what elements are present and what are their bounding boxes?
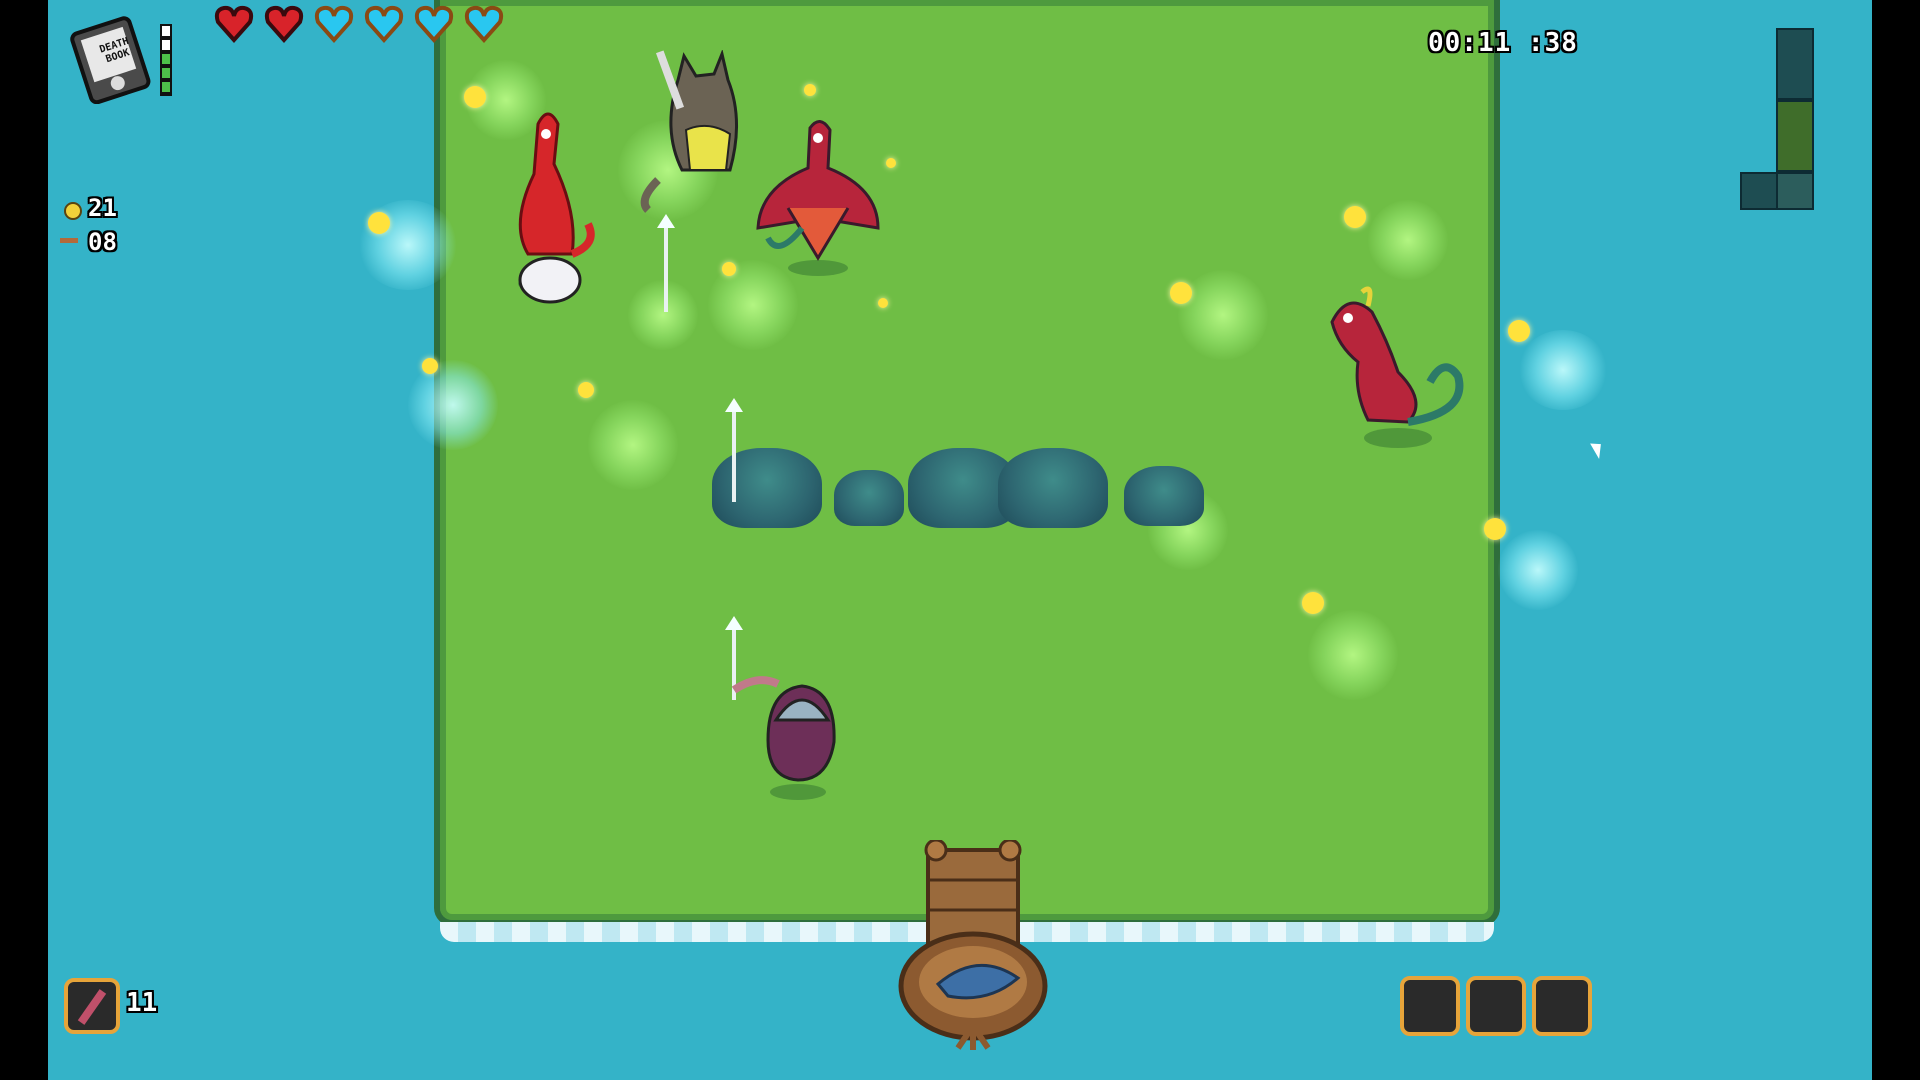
minimap-current-room [1776, 172, 1814, 210]
coin-icon [64, 202, 82, 220]
heart-blue-icon [314, 5, 354, 44]
glow-orb [1498, 530, 1578, 610]
bush [998, 448, 1108, 528]
moon-projectile [1484, 518, 1506, 540]
moon-projectile [422, 358, 438, 374]
heart-red-icon [264, 5, 304, 44]
glow-orb [408, 360, 498, 450]
mouse-cursor-icon [1590, 438, 1607, 460]
coin-count: 21 [88, 194, 117, 222]
peacock-enemy [756, 120, 880, 276]
heart-blue-icon [364, 5, 404, 44]
arrow [725, 398, 743, 502]
glow-orb [1308, 610, 1398, 700]
bush [1124, 466, 1204, 526]
item-slot-3[interactable] [1532, 976, 1592, 1036]
item-slot-2[interactable] [1466, 976, 1526, 1036]
moon-projectile [1302, 592, 1324, 614]
glow-orb [1518, 330, 1608, 410]
key-icon [60, 238, 78, 243]
moon-projectile [464, 86, 486, 108]
glow-orb [588, 400, 678, 490]
minimap-room [1740, 172, 1778, 210]
moon-projectile [722, 262, 736, 276]
run-timer: 00:11 :38 [1428, 28, 1578, 58]
moon-projectile [804, 84, 816, 96]
health-hearts [214, 2, 514, 48]
key-count: 08 [88, 228, 117, 256]
moon-projectile [368, 212, 390, 234]
wand-icon [77, 989, 107, 1025]
bush [834, 470, 904, 526]
weapon-count: 11 [126, 988, 158, 1018]
moon-projectile [878, 298, 888, 308]
item-slot-1[interactable] [1400, 976, 1460, 1036]
minimap[interactable] [1740, 28, 1820, 214]
player-character [731, 676, 836, 800]
moon-projectile [1344, 206, 1366, 228]
weapon-slot[interactable] [64, 978, 120, 1034]
heart-red-icon [214, 5, 254, 44]
minimap-room [1776, 100, 1814, 172]
moon-projectile [1508, 320, 1530, 342]
game-viewport[interactable]: DEATH BOOK 21 08 00:11 :38 11 [48, 0, 1872, 1080]
minimap-room [1776, 28, 1814, 100]
moon-projectile [1170, 282, 1192, 304]
heart-blue-icon [464, 5, 504, 44]
lizard-enemy [1330, 286, 1464, 448]
moon-projectile [578, 382, 594, 398]
arrow [657, 214, 675, 312]
bush [712, 448, 822, 528]
red-phoenix-enemy [518, 112, 595, 304]
energy-bar [160, 24, 172, 96]
heart-blue-icon [414, 5, 454, 44]
boat [898, 931, 1048, 1050]
glow-orb [1368, 200, 1448, 280]
glow-orb [628, 280, 698, 350]
